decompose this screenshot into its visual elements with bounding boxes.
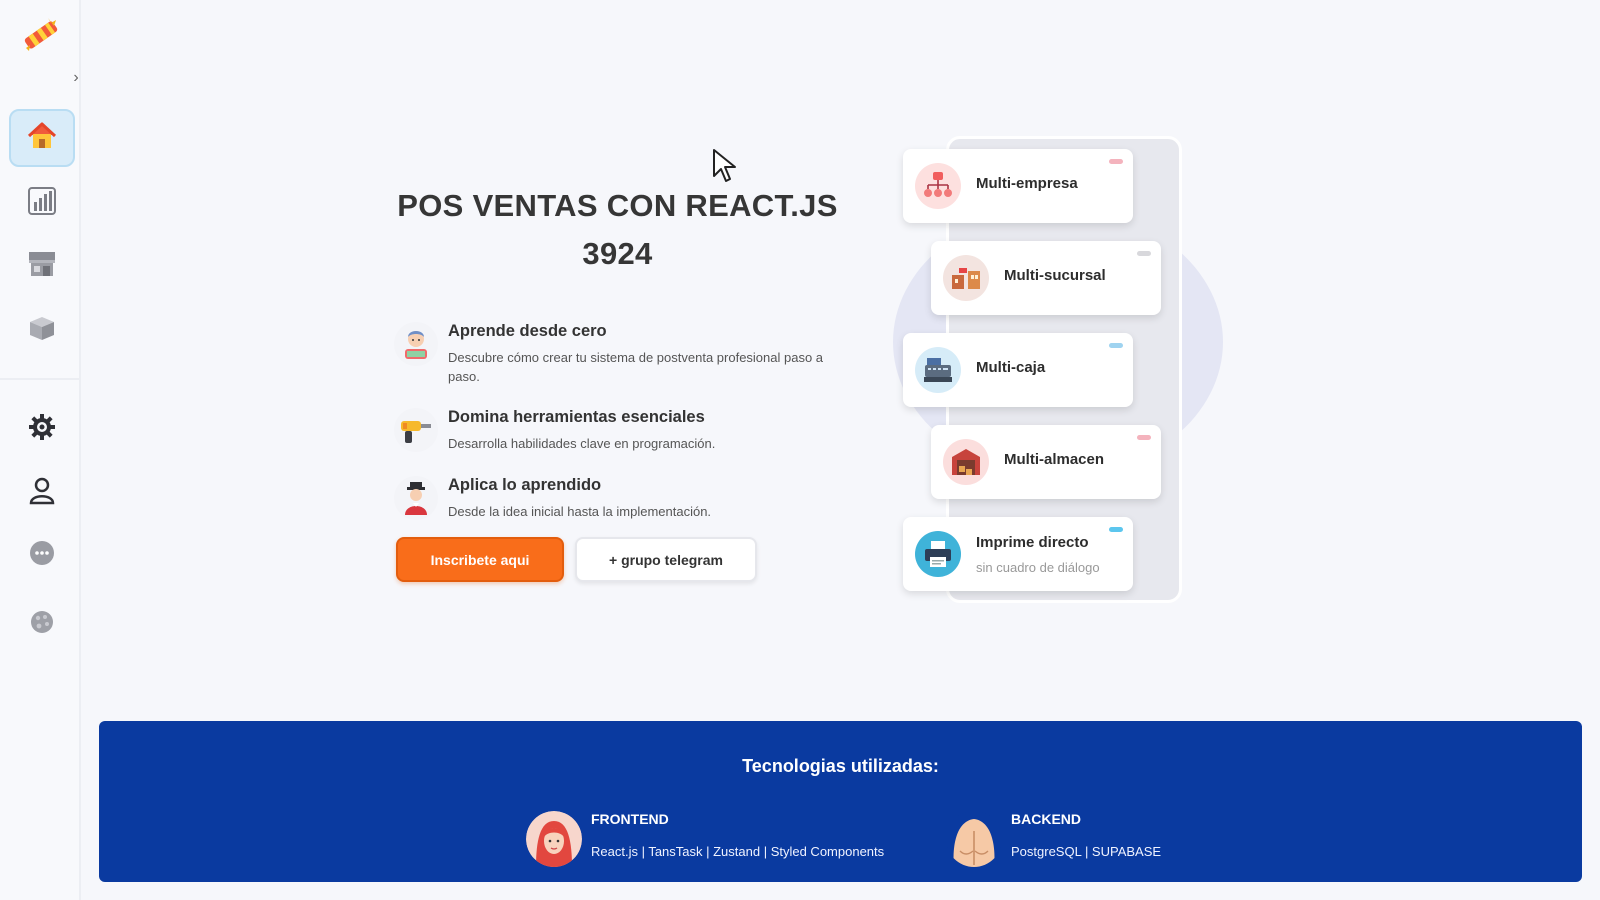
home-icon [26, 120, 58, 157]
card-sublabel: sin cuadro de diálogo [976, 560, 1100, 575]
frontend-stack: React.js | TansTask | Zustand | Styled C… [591, 844, 885, 859]
sidebar-item-store[interactable] [9, 237, 75, 295]
feature-description: Desarrolla habilidades clave en programa… [448, 436, 716, 451]
enroll-button[interactable]: Inscribete aqui [396, 537, 564, 582]
store-icon [27, 249, 57, 284]
mouse-cursor-icon [712, 148, 738, 184]
sidebar-item-profile[interactable] [9, 463, 75, 521]
feature-title: Domina herramientas esenciales [448, 408, 705, 426]
sidebar-item-settings[interactable] [9, 400, 75, 458]
branches-icon [943, 255, 989, 301]
logo-icon[interactable] [18, 12, 64, 58]
page-title-line1: POS VENTAS CON REACT.JS [397, 188, 838, 223]
card-indicator [1137, 435, 1151, 440]
sidebar-item-home[interactable] [9, 109, 75, 167]
feature-card-multi-caja: Multi-caja [903, 333, 1133, 407]
card-indicator [1109, 343, 1123, 348]
sidebar-item-reports[interactable] [9, 174, 75, 232]
frontend-label: FRONTEND [591, 811, 669, 827]
feature-card-imprime-directo: Imprime directo sin cuadro de diálogo [903, 517, 1133, 591]
feature-description: Descubre cómo crear tu sistema de postve… [448, 350, 824, 384]
sidebar-item-theme[interactable] [9, 595, 75, 653]
card-label: Multi-empresa [976, 175, 1078, 192]
feature-card-multi-almacen: Multi-almacen [931, 425, 1161, 499]
card-label: Multi-almacen [1004, 451, 1105, 468]
theme-icon [29, 609, 55, 640]
printer-icon [915, 531, 961, 577]
card-indicator [1109, 159, 1123, 164]
feature-title: Aprende desde cero [448, 322, 607, 340]
bar-chart-icon [27, 186, 57, 221]
sidebar-item-products[interactable] [9, 301, 75, 359]
feature-card-multi-sucursal: Multi-sucursal [931, 241, 1161, 315]
technologies-banner: Tecnologias utilizadas: FRONTEND React.j… [99, 721, 1582, 882]
frontend-avatar-icon [526, 811, 582, 867]
more-icon [28, 539, 56, 572]
card-label: Imprime directo [976, 534, 1089, 551]
sidebar-toggle-button[interactable]: › [66, 68, 86, 88]
backend-avatar-icon [946, 811, 1002, 867]
user-icon [27, 475, 57, 510]
card-indicator [1137, 251, 1151, 256]
backend-label: BACKEND [1011, 811, 1081, 827]
sidebar-item-more[interactable] [9, 526, 75, 584]
feature-description: Desde la idea inicial hasta la implement… [448, 504, 712, 519]
card-label: Multi-sucursal [1004, 267, 1106, 284]
backend-stack: PostgreSQL | SUPABASE [1011, 844, 1162, 859]
banner-title: Tecnologias utilizadas: [742, 756, 939, 776]
organization-icon [915, 163, 961, 209]
telegram-group-button[interactable]: + grupo telegram [575, 537, 757, 582]
sidebar-divider [0, 378, 80, 380]
gear-icon [27, 412, 57, 447]
card-label: Multi-caja [976, 359, 1046, 376]
presenter-icon [394, 476, 438, 520]
box-icon [27, 313, 57, 348]
feature-title: Aplica lo aprendido [448, 476, 602, 494]
teacher-icon [394, 322, 438, 366]
drill-icon [394, 408, 438, 452]
feature-card-multi-empresa: Multi-empresa [903, 149, 1133, 223]
cash-register-icon [915, 347, 961, 393]
warehouse-icon [943, 439, 989, 485]
card-indicator [1109, 527, 1123, 532]
page-title: POS VENTAS CON REACT.JS 3924 [370, 182, 865, 278]
sidebar: › [0, 0, 81, 900]
page-title-line2: 3924 [582, 236, 653, 271]
